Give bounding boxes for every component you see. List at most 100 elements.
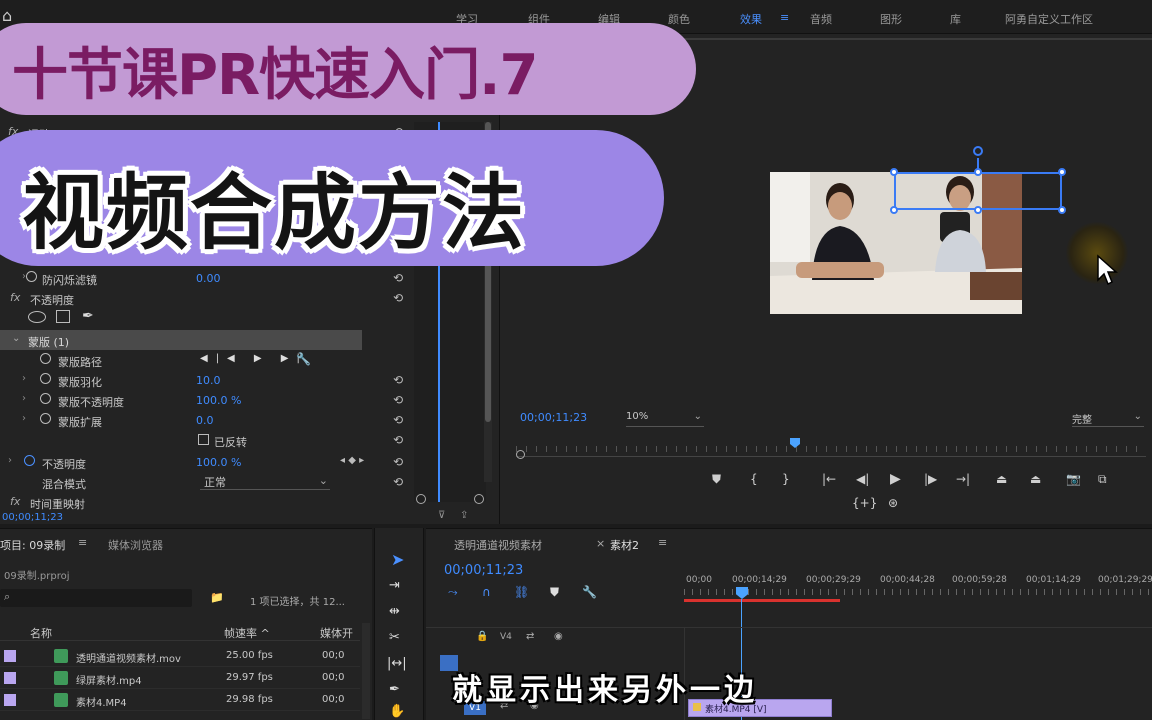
keyframe-nav[interactable]: ◂ ◆ ▸: [340, 455, 364, 466]
export-frame-icon[interactable]: 📷: [1066, 472, 1081, 486]
home-icon[interactable]: ⌂: [2, 6, 12, 25]
stopwatch-icon[interactable]: [40, 373, 51, 384]
mask-vertex-handle[interactable]: [974, 206, 982, 214]
step-forward-icon[interactable]: |▶: [924, 472, 937, 486]
scrub-start-handle[interactable]: [516, 450, 525, 459]
quality-select[interactable]: 完整 ⌄: [1072, 411, 1144, 427]
lock-icon[interactable]: 🔒: [476, 631, 488, 642]
panel-menu-icon[interactable]: ≡: [78, 536, 87, 549]
inverted-checkbox[interactable]: [198, 434, 209, 445]
project-scrollbar[interactable]: [362, 623, 370, 719]
pen-mask-icon[interactable]: ✒: [82, 308, 94, 324]
rectangle-mask-icon[interactable]: [56, 310, 70, 323]
work-area-bar[interactable]: [684, 599, 840, 602]
reset-icon[interactable]: ⟲: [393, 291, 403, 305]
razor-tool-icon[interactable]: ✂: [389, 630, 400, 645]
opacity-value[interactable]: 100.0 %: [196, 456, 241, 469]
mask-vertex-handle[interactable]: [890, 168, 898, 176]
reset-icon[interactable]: ⟲: [393, 455, 403, 469]
project-item-row[interactable]: 素材4.MP4 29.98 fps 00;0: [0, 689, 360, 711]
reset-icon[interactable]: ⟲: [393, 271, 403, 285]
time-ruler[interactable]: 00;00 00;00;14;29 00;00;29;29 00;00;44;2…: [684, 573, 1152, 603]
export-icon[interactable]: ⇪: [460, 510, 468, 521]
mask-vertex-handle[interactable]: [1058, 206, 1066, 214]
button-editor-icon[interactable]: ⧉: [1098, 472, 1107, 487]
ellipse-mask-icon[interactable]: [28, 311, 46, 323]
go-to-in-icon[interactable]: |←: [822, 472, 836, 486]
mask-feather-value[interactable]: 10.0: [196, 374, 221, 387]
insert-icon[interactable]: {+}: [852, 496, 877, 510]
mask-1-row[interactable]: ⌄ 蒙版 (1): [0, 330, 362, 350]
mark-in-icon[interactable]: {: [750, 472, 758, 486]
twirl-icon[interactable]: ⌄: [12, 333, 20, 344]
col-media-start[interactable]: 媒体开: [320, 625, 353, 641]
col-name[interactable]: 名称: [30, 625, 52, 641]
stopwatch-icon[interactable]: [24, 455, 35, 466]
track-select-tool-icon[interactable]: ⇥: [389, 578, 400, 593]
reset-icon[interactable]: ⟲: [393, 475, 403, 489]
reset-icon[interactable]: ⟲: [393, 413, 403, 427]
twirl-icon[interactable]: ›: [8, 455, 12, 466]
workspace-tab-effects[interactable]: 效果: [740, 11, 762, 27]
stopwatch-icon[interactable]: [40, 393, 51, 404]
stopwatch-icon[interactable]: [40, 413, 51, 424]
zoom-select[interactable]: 10% ⌄: [626, 411, 704, 427]
ripple-edit-tool-icon[interactable]: ⇹: [389, 604, 400, 619]
reset-icon[interactable]: ⟲: [393, 373, 403, 387]
extract-icon[interactable]: ⏏: [1030, 472, 1041, 486]
sequence-tab-active[interactable]: 素材2: [610, 537, 639, 553]
workspace-tab-audio[interactable]: 音频: [810, 11, 832, 27]
reset-icon[interactable]: ⟲: [393, 393, 403, 407]
mask-bounding-box[interactable]: [894, 172, 1062, 210]
mask-opacity-value[interactable]: 100.0 %: [196, 394, 241, 407]
wrench-icon[interactable]: 🔧: [296, 352, 311, 366]
panel-menu-icon[interactable]: ≡: [658, 536, 667, 549]
mask-vertex-handle[interactable]: [974, 168, 982, 176]
close-icon[interactable]: ×: [596, 537, 605, 550]
twirl-icon[interactable]: ›: [22, 413, 26, 424]
nest-icon[interactable]: ⤳: [448, 585, 458, 600]
twirl-icon[interactable]: ›: [22, 393, 26, 404]
workspace-tab-graphics[interactable]: 图形: [880, 11, 902, 27]
label-color-swatch[interactable]: [4, 672, 16, 684]
monitor-timecode[interactable]: 00;00;11;23: [520, 411, 587, 424]
mask-vertex-handle[interactable]: [890, 206, 898, 214]
vr-icon[interactable]: ⊛: [888, 496, 898, 510]
pen-tool-icon[interactable]: ✒: [389, 682, 400, 697]
stopwatch-icon[interactable]: [26, 271, 37, 282]
reset-icon[interactable]: ⟲: [393, 433, 403, 447]
zoom-in-handle[interactable]: [474, 494, 484, 504]
timeline-timecode[interactable]: 00;00;11;23: [444, 563, 523, 578]
workspace-tab-custom[interactable]: 阿勇自定义工作区: [1005, 11, 1093, 27]
slip-tool-icon[interactable]: |↔|: [387, 656, 407, 671]
lift-icon[interactable]: ⏏: [996, 472, 1007, 486]
project-item-row[interactable]: 透明通道视频素材.mov 25.00 fps 00;0: [0, 645, 360, 667]
mark-out-icon[interactable]: }: [782, 472, 790, 486]
go-to-out-icon[interactable]: →|: [956, 472, 970, 486]
linked-selection-icon[interactable]: ⛓: [514, 585, 529, 599]
hand-tool-icon[interactable]: ✋: [389, 704, 405, 719]
col-frame-rate[interactable]: 帧速率 ^: [224, 625, 270, 641]
twirl-icon[interactable]: ›: [22, 373, 26, 384]
zoom-out-handle[interactable]: [416, 494, 426, 504]
filter-icon[interactable]: ⊽: [438, 510, 445, 521]
step-back-icon[interactable]: ◀|: [856, 472, 869, 486]
fx-opacity-header[interactable]: fx 不透明度 ⟲: [0, 288, 412, 308]
fx-timecode[interactable]: 00;00;11;23: [2, 512, 63, 523]
label-color-swatch[interactable]: [4, 694, 16, 706]
workspace-tab-color[interactable]: 颜色: [668, 11, 690, 27]
sync-lock-icon[interactable]: ⇄: [526, 631, 534, 642]
project-tab[interactable]: 项目: 09录制: [0, 537, 65, 553]
snap-icon[interactable]: ∩: [482, 585, 491, 599]
media-browser-tab[interactable]: 媒体浏览器: [108, 537, 163, 553]
time-remap-row[interactable]: fx 时间重映射: [0, 492, 412, 512]
add-marker-icon[interactable]: ⛊: [712, 472, 721, 487]
mask-rotate-handle[interactable]: [973, 146, 983, 156]
mask-vertex-handle[interactable]: [1058, 168, 1066, 176]
wrench-icon[interactable]: 🔧: [582, 585, 597, 599]
add-marker-icon[interactable]: ⛊: [550, 585, 559, 600]
stopwatch-icon[interactable]: [40, 353, 51, 364]
selection-tool-icon[interactable]: ➤: [391, 550, 404, 569]
mask-track-controls[interactable]: ◀|◀ ▶ ▶|: [200, 353, 308, 364]
flicker-value[interactable]: 0.00: [196, 272, 221, 285]
